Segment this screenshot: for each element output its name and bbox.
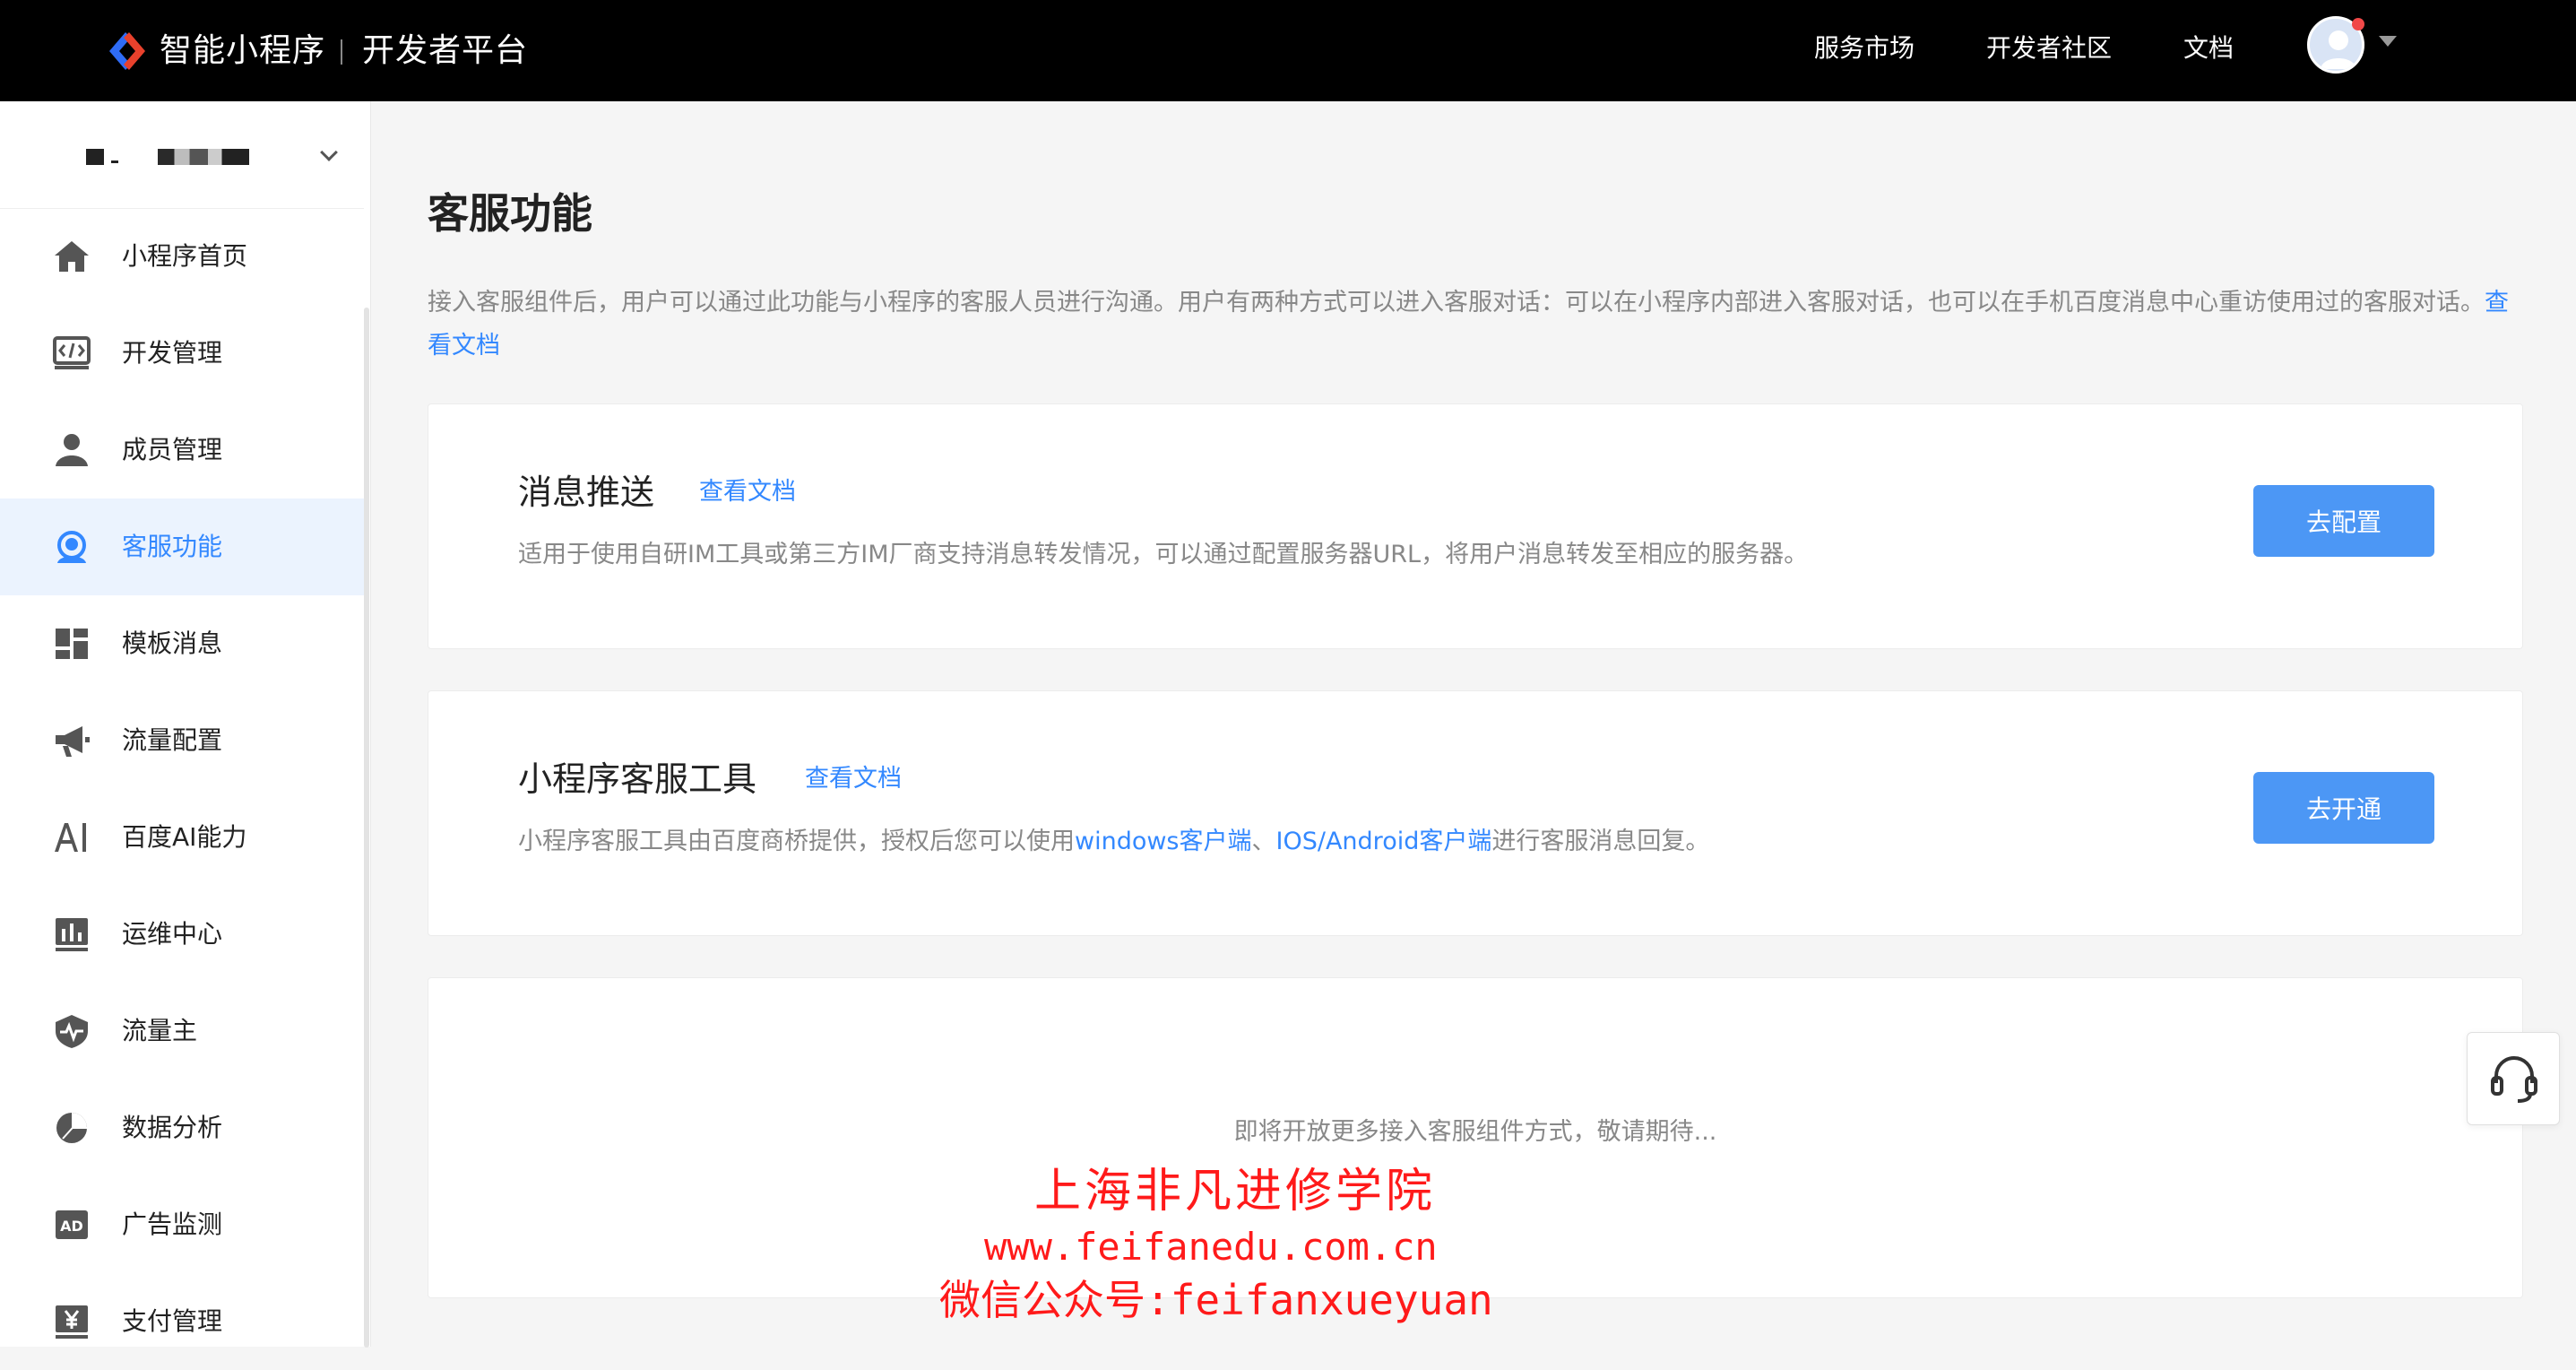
shield-pulse-icon [56, 1015, 88, 1048]
home-icon [55, 241, 89, 272]
ai-icon [55, 823, 86, 852]
app-name-redacted-part [111, 160, 118, 163]
nav-developer-community[interactable]: 开发者社区 [1986, 29, 2112, 68]
brand-name[interactable]: 智能小程序 [160, 27, 325, 75]
sidebar-item-dev[interactable]: 开发管理 [0, 305, 364, 402]
chevron-down-icon[interactable] [320, 143, 338, 161]
app-name-redacted [86, 149, 104, 165]
activate-button[interactable]: 去开通 [2253, 772, 2434, 844]
template-icon [56, 629, 88, 659]
user-icon [56, 434, 88, 466]
sidebar-item-template[interactable]: 模板消息 [0, 595, 364, 692]
sidebar-item-label: 百度AI能力 [122, 822, 247, 852]
coming-soon-text: 即将开放更多接入客服组件方式，敬请期待... [1233, 1118, 1717, 1146]
sidebar-item-label: 广告监测 [122, 1210, 223, 1239]
app-id-redacted [158, 149, 249, 165]
page-description: 接入客服组件后，用户可以通过此功能与小程序的客服人员进行沟通。用户有两种方式可以… [428, 282, 2516, 368]
page-description-text: 接入客服组件后，用户可以通过此功能与小程序的客服人员进行沟通。用户有两种方式可以… [428, 289, 2485, 316]
sidebar-item-label: 运维中心 [122, 919, 223, 949]
nav-service-market[interactable]: 服务市场 [1814, 29, 1915, 68]
code-icon [53, 336, 91, 369]
page-title: 客服功能 [428, 189, 592, 238]
sidebar-item-label: 开发管理 [122, 338, 223, 368]
sidebar-item-label: 小程序首页 [122, 241, 248, 271]
card-description: 小程序客服工具由百度商桥提供，授权后您可以使用windows客户端、IOS/An… [518, 824, 1709, 860]
app-switcher[interactable] [0, 101, 364, 209]
sidebar-item-label: 成员管理 [122, 435, 223, 464]
sidebar-item-payment[interactable]: 支付管理 [0, 1273, 364, 1370]
ad-icon: AD [56, 1210, 88, 1239]
card-doc-link[interactable]: 查看文档 [805, 761, 902, 797]
watermark-url: www.feifanedu.com.cn [984, 1225, 1438, 1269]
message-push-card: 消息推送 查看文档 适用于使用自研IM工具或第三方IM厂商支持消息转发情况，可以… [428, 403, 2523, 649]
customer-service-tool-card: 小程序客服工具 查看文档 小程序客服工具由百度商桥提供，授权后您可以使用wind… [428, 690, 2523, 936]
nav-docs[interactable]: 文档 [2183, 29, 2234, 68]
sidebar-item-label: 流量主 [122, 1016, 198, 1045]
sidebar: 小程序首页 开发管理 成员管理 客服功能 模板消息 流量配置 百度AI能力 运维… [0, 101, 371, 1348]
watermark-school-name: 上海非凡进修学院 [1034, 1165, 1437, 1218]
sidebar-item-ai[interactable]: 百度AI能力 [0, 789, 364, 886]
sidebar-item-traffic-owner[interactable]: 流量主 [0, 983, 364, 1080]
sidebar-scrollbar[interactable] [364, 308, 369, 1348]
configure-button[interactable]: 去配置 [2253, 485, 2434, 557]
sidebar-item-customer-service[interactable]: 客服功能 [0, 499, 364, 595]
windows-client-link[interactable]: windows客户端 [1075, 828, 1252, 855]
card-desc-prefix: 小程序客服工具由百度商桥提供，授权后您可以使用 [518, 828, 1075, 855]
card-title: 消息推送 [518, 473, 655, 512]
customer-service-icon [57, 531, 86, 563]
sidebar-item-members[interactable]: 成员管理 [0, 402, 364, 499]
sidebar-item-label: 支付管理 [122, 1306, 223, 1336]
sidebar-item-analytics[interactable]: 数据分析 [0, 1080, 364, 1176]
headset-icon [2491, 1056, 2537, 1103]
notification-dot [2352, 18, 2364, 30]
brand-subtitle: 开发者平台 [362, 32, 529, 69]
sidebar-item-traffic[interactable]: 流量配置 [0, 692, 364, 789]
bar-chart-icon [56, 918, 88, 951]
sidebar-item-label: 数据分析 [122, 1113, 223, 1142]
sidebar-item-ops[interactable]: 运维中心 [0, 886, 364, 983]
floating-support-button[interactable] [2467, 1032, 2560, 1125]
sidebar-item-label: 流量配置 [122, 725, 223, 755]
card-description: 适用于使用自研IM工具或第三方IM厂商支持消息转发情况，可以通过配置服务器URL… [518, 541, 1809, 568]
brand-divider [341, 39, 342, 65]
megaphone-icon [56, 726, 90, 757]
svg-text:AD: AD [60, 1218, 83, 1235]
logo-icon [109, 32, 145, 70]
mobile-client-link[interactable]: IOS/Android客户端 [1276, 828, 1492, 855]
sidebar-item-label: 客服功能 [122, 532, 223, 561]
watermark-wechat: 微信公众号:feifanxueyuan [939, 1276, 1493, 1324]
pie-chart-icon [56, 1113, 87, 1143]
sidebar-item-ad-monitor[interactable]: AD 广告监测 [0, 1176, 364, 1273]
sidebar-item-home[interactable]: 小程序首页 [0, 208, 364, 305]
card-desc-sep: 、 [1251, 828, 1276, 855]
card-title: 小程序客服工具 [518, 759, 757, 799]
top-navigation-bar: 智能小程序 开发者平台 服务市场 开发者社区 文档 [0, 0, 2576, 101]
caret-down-icon[interactable] [2379, 36, 2397, 47]
card-desc-suffix: 进行客服消息回复。 [1491, 828, 1710, 855]
sidebar-item-label: 模板消息 [122, 629, 223, 658]
card-doc-link[interactable]: 查看文档 [699, 474, 796, 510]
coming-soon-card: 即将开放更多接入客服组件方式，敬请期待... [428, 977, 2523, 1298]
yen-icon [56, 1305, 88, 1339]
